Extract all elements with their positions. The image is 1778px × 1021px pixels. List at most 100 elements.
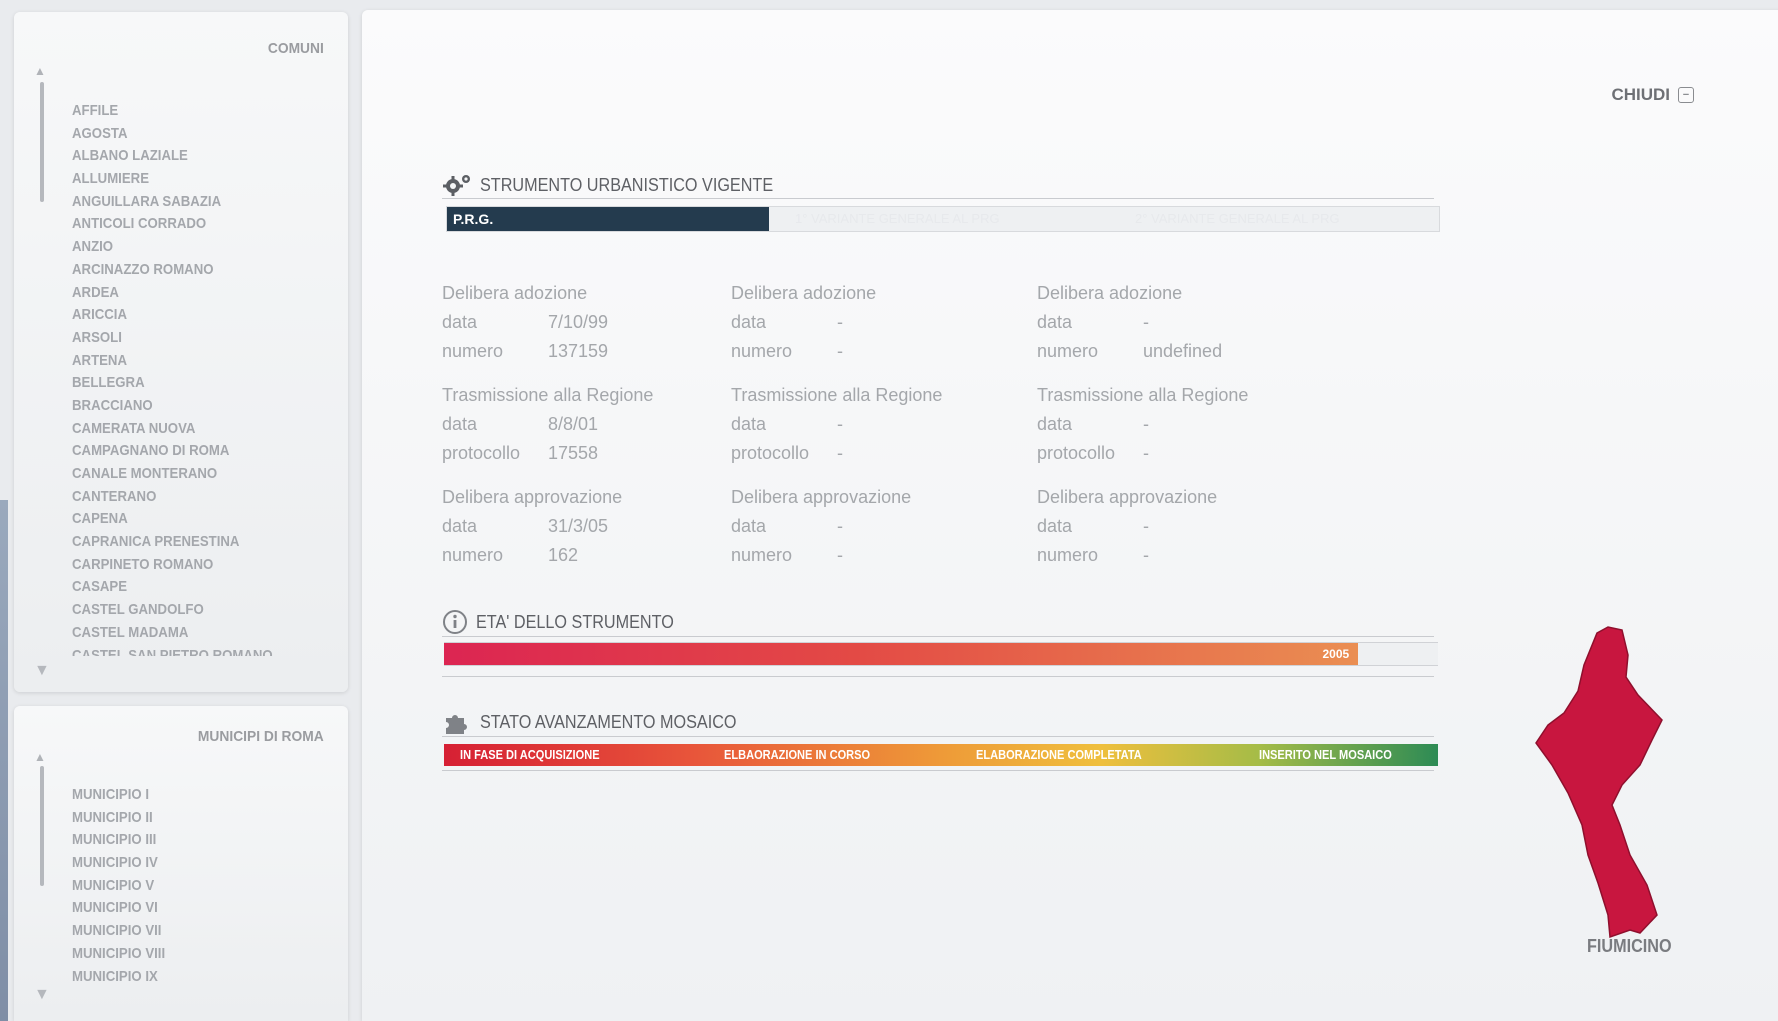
field-value: 7/10/99 [548,312,609,332]
delibera-trasmissione: Trasmissione alla Regione data - protocollo… [1037,380,1357,468]
stage-label: INSERITO NEL MOSAICO [1259,747,1392,762]
comune-list-item[interactable]: ANGUILLARA SABAZIA [72,191,273,214]
comune-name: FIUMICINO [1587,936,1672,956]
comune-list-item[interactable]: ARCINAZZO ROMANO [72,259,273,282]
delibera-approvazione: Delibera approvazione data - numero - [1037,482,1357,570]
comune-list-item[interactable]: CASTEL MADAMA [72,622,273,645]
comune-list-item[interactable]: ARSOLI [72,327,273,350]
delibera-adozione: Delibera adozione data 7/10/99 numero 137159 [442,278,762,366]
field-row: data 7/10/99 [442,308,762,337]
strumento-tabs: P.R.G. 1° VARIANTE GENERALE AL PRG 2° VA… [446,206,1440,232]
field-label: data [442,414,478,434]
field-value: 137159 [548,341,609,361]
comune-list-item[interactable]: ANZIO [72,236,273,259]
field-value: - [1143,545,1149,565]
comune-list-item[interactable]: BELLEGRA [72,372,273,395]
comune-list-item[interactable]: ALLUMIERE [72,168,273,191]
delibera-trasmissione: Trasmissione alla Regione data - protocollo… [731,380,1051,468]
comune-list-item[interactable]: ANTICOLI CORRADO [72,213,273,236]
field-label: numero [731,341,793,361]
mosaico-title: STATO AVANZAMENTO MOSAICO [480,711,737,732]
field-row: numero undefined [1037,337,1357,366]
municipi-list: MUNICIPIO I MUNICIPIO II MUNICIPIO III MUNI… [72,784,178,994]
municipi-title: MUNICIPI DI ROMA [198,728,324,745]
field-label: numero [1037,545,1099,565]
divider [442,736,1434,737]
municipio-list-item[interactable]: MUNICIPIO III [72,829,165,852]
comune-list-item[interactable]: AFFILE [72,100,273,123]
scroll-up-icon[interactable]: ▲ [34,750,46,764]
comune-list-item[interactable]: CARPINETO ROMANO [72,554,273,577]
field-label: data [1037,312,1073,332]
field-value: 17558 [548,443,599,463]
comune-list-item[interactable]: ARTENA [72,350,273,373]
comune-list-item[interactable]: CAMERATA NUOVA [72,418,273,441]
municipio-list-item[interactable]: MUNICIPIO V [72,875,165,898]
field-value: 31/3/05 [548,516,609,536]
mosaic-progress-bar: IN FASE DI ACQUISIZIONE ELBAORAZIONE IN … [444,744,1438,766]
field-row: data - [1037,512,1357,541]
delibera-title: Delibera adozione [1037,283,1183,303]
close-label: CHIUDI [1611,85,1670,104]
field-label: data [731,414,767,434]
mosaico-heading: STATO AVANZAMENTO MOSAICO [442,708,765,736]
municipio-list-item[interactable]: MUNICIPIO VI [72,897,165,920]
scroll-down-icon[interactable]: ▼ [34,986,50,1004]
field-label: protocollo [731,443,810,463]
comune-list-item[interactable]: ALBANO LAZIALE [72,145,273,168]
comune-list-item[interactable]: CASTEL SAN PIETRO ROMANO [72,645,273,657]
tab-variante-1[interactable]: 1° VARIANTE GENERALE AL PRG [795,207,1000,231]
stage-label: ELBAORAZIONE IN CORSO [724,747,871,762]
comune-list-item[interactable]: BRACCIANO [72,395,273,418]
detail-column: Delibera adozione data 7/10/99 numero 137159… [442,278,762,584]
tab-prg[interactable]: P.R.G. [447,207,769,231]
delibera-title: Delibera adozione [731,283,877,303]
field-row: data - [731,410,1051,439]
comune-list-item[interactable]: CAMPAGNANO DI ROMA [72,440,273,463]
comune-list-item[interactable]: CASAPE [72,576,273,599]
delibera-title: Delibera approvazione [1037,487,1218,507]
scroll-down-icon[interactable]: ▼ [34,662,50,680]
field-label: numero [442,341,504,361]
field-value: undefined [1143,341,1223,361]
tab-variante-2[interactable]: 2° VARIANTE GENERALE AL PRG [1135,207,1340,231]
comune-list-item[interactable]: CANALE MONTERANO [72,463,273,486]
field-value: 162 [548,545,579,565]
comune-list-item[interactable]: CANTERANO [72,486,273,509]
comune-list-item[interactable]: ARICCIA [72,304,273,327]
municipio-list-item[interactable]: MUNICIPIO VII [72,920,165,943]
field-value: - [837,414,843,434]
municipio-list-item[interactable]: MUNICIPIO I [72,784,165,807]
municipio-list-item[interactable]: MUNICIPIO IV [72,852,165,875]
delibera-title: Trasmissione alla Regione [731,385,943,405]
comune-list-item[interactable]: CAPRANICA PRENESTINA [72,531,273,554]
comuni-title: COMUNI [268,40,324,57]
municipio-list-item[interactable]: MUNICIPIO IX [72,966,165,989]
detail-column: Delibera adozione data - numero - Trasmission… [731,278,1051,584]
close-icon: − [1678,87,1694,103]
close-button[interactable]: CHIUDI − [1611,85,1694,105]
scroll-up-icon[interactable]: ▲ [34,64,46,78]
field-label: data [442,516,478,536]
divider [442,636,1434,637]
municipio-list-item[interactable]: MUNICIPIO II [72,807,165,830]
comune-list-item[interactable]: AGOSTA [72,123,273,146]
window-edge [0,500,8,1021]
delibera-title: Delibera approvazione [442,487,623,507]
comune-list-item[interactable]: ARDEA [72,282,273,305]
comuni-scrollbar[interactable] [40,82,44,202]
field-label: numero [1037,341,1099,361]
field-value: - [1143,414,1149,434]
field-label: data [1037,516,1073,536]
comune-list-item[interactable]: CAPENA [72,508,273,531]
municipi-scrollbar[interactable] [40,766,44,886]
field-value: 8/8/01 [548,414,599,434]
comune-list-item[interactable]: CASTEL GANDOLFO [72,599,273,622]
field-label: protocollo [442,443,521,463]
field-value: - [837,545,843,565]
field-row: numero 137159 [442,337,762,366]
age-bar: 2005 [444,642,1438,666]
field-value: - [1143,443,1149,463]
delibera-title: Delibera approvazione [731,487,912,507]
municipio-list-item[interactable]: MUNICIPIO VIII [72,943,165,966]
